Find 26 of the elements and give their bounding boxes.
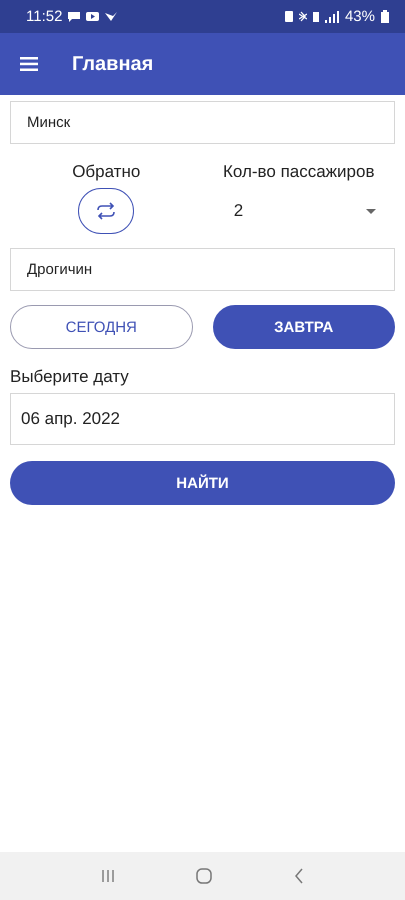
message-icon <box>68 12 80 22</box>
menu-icon[interactable] <box>20 57 38 71</box>
back-icon[interactable] <box>294 868 304 884</box>
status-time: 11:52 <box>26 8 62 25</box>
day-button[interactable]: ЗАВТРА <box>212 305 395 349</box>
date-field[interactable]: 06 апр. 2022 <box>10 393 395 445</box>
swap-icon <box>95 201 118 221</box>
return-label: Обратно <box>72 162 140 182</box>
day-button[interactable]: СЕГОДНЯ <box>10 305 192 349</box>
home-icon[interactable] <box>196 868 212 884</box>
swap-button[interactable] <box>78 188 134 234</box>
battery-icon <box>381 10 389 23</box>
passengers-label: Кол-во пассажиров <box>222 162 374 182</box>
dropdown-icon <box>366 208 376 214</box>
recent-apps-icon[interactable] <box>100 869 115 883</box>
play-icon <box>86 12 100 21</box>
battery-percent: 43% <box>344 8 375 25</box>
signal-icon <box>324 10 339 22</box>
from-field[interactable]: Минск <box>10 101 395 144</box>
battery-saver-icon <box>284 11 293 22</box>
date-label: Выберите дату <box>10 367 130 387</box>
app-title: Главная <box>72 52 154 76</box>
bluetooth-icon <box>298 11 307 22</box>
passengers-select[interactable]: 2 <box>214 188 384 234</box>
search-button[interactable]: НАЙТИ <box>10 461 395 505</box>
to-field[interactable]: Дрогичин <box>10 248 395 291</box>
